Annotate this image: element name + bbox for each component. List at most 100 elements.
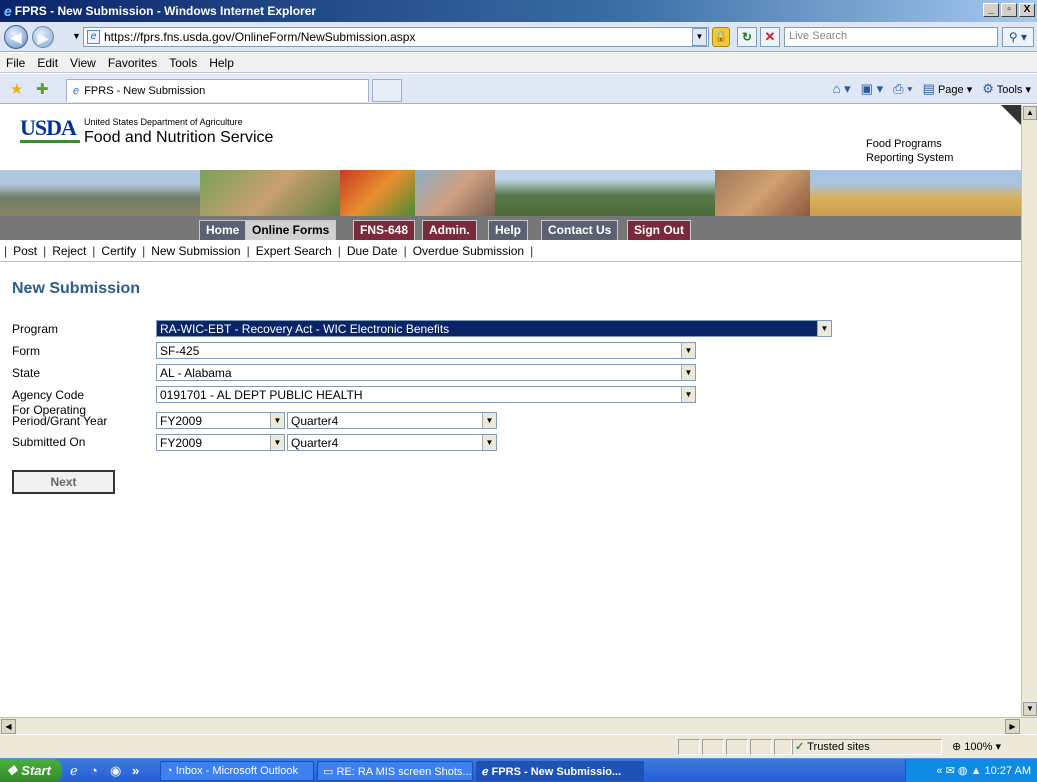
back-button[interactable]: ◀	[4, 25, 28, 49]
chevron-down-icon: ▼	[817, 321, 831, 336]
subnav-expert-search[interactable]: Expert Search	[256, 244, 332, 258]
history-dropdown-icon[interactable]: ▼	[72, 31, 81, 41]
menu-file[interactable]: File	[6, 56, 25, 70]
network-tray-icon[interactable]: ◍	[958, 765, 968, 777]
scroll-down-icon[interactable]: ▼	[1023, 702, 1037, 716]
page-title: New Submission	[12, 280, 141, 297]
browser-tab[interactable]: e FPRS - New Submission	[66, 79, 369, 102]
quicklaunch-more-icon[interactable]: »	[132, 763, 139, 778]
menu-edit[interactable]: Edit	[37, 56, 58, 70]
task-ie[interactable]: ℯ FPRS - New Submissio...	[476, 761, 644, 781]
task-outlook[interactable]: ◔ Inbox - Microsoft Outlook	[160, 761, 314, 781]
submitted-year-value: FY2009	[160, 436, 203, 450]
task-email[interactable]: ▭ RE: RA MIS screen Shots...	[317, 761, 473, 781]
horizontal-scrollbar[interactable]: ◀ ▶	[0, 717, 1037, 734]
warning-tray-icon[interactable]: ▲	[971, 765, 982, 777]
zoom-value: 100%	[964, 741, 993, 753]
usda-logo: USDA	[20, 115, 80, 143]
scroll-left-icon[interactable]: ◀	[1, 719, 16, 734]
menu-favorites[interactable]: Favorites	[108, 56, 157, 70]
lock-icon[interactable]: 🔒	[712, 27, 730, 47]
address-dropdown-icon[interactable]: ▼	[692, 28, 707, 46]
subnav-separator: |	[337, 243, 341, 258]
banner-photo-produce	[340, 170, 415, 216]
subnav-due-date[interactable]: Due Date	[347, 244, 398, 258]
operating-year-select[interactable]: FY2009 ▼	[156, 412, 285, 429]
program-select[interactable]: RA-WIC-EBT - Recovery Act - WIC Electron…	[156, 320, 832, 337]
media-quicklaunch-icon[interactable]: ◉	[110, 763, 121, 779]
tab-ie-icon: e	[73, 85, 80, 97]
ie-quicklaunch-icon[interactable]: ℯ	[70, 763, 78, 779]
nav-help[interactable]: Help	[488, 220, 529, 240]
close-button[interactable]: X	[1019, 3, 1035, 17]
start-button[interactable]: ❖ Start	[0, 759, 62, 782]
subnav-separator: |	[142, 243, 146, 258]
stop-icon[interactable]: ✕	[760, 27, 780, 47]
security-zone: ✓ Trusted sites	[795, 740, 870, 753]
ie-task-icon: ℯ	[482, 766, 489, 778]
task-email-label: RE: RA MIS screen Shots...	[336, 766, 472, 778]
home-icon[interactable]: ⌂ ▾	[833, 81, 851, 97]
agency-code-select[interactable]: 0191701 - AL DEPT PUBLIC HEALTH ▼	[156, 386, 696, 403]
nav-fns-648[interactable]: FNS-648	[353, 220, 416, 240]
outlook-icon: ◔	[166, 765, 173, 777]
subnav-new-submission[interactable]: New Submission	[151, 244, 240, 258]
window-title: FPRS - New Submission - Windows Internet…	[14, 4, 317, 18]
outlook-quicklaunch-icon[interactable]: ◔	[90, 763, 98, 778]
state-value: AL - Alabama	[160, 366, 232, 380]
print-icon[interactable]: ⎙ ▾	[893, 81, 912, 97]
operating-year-value: FY2009	[160, 414, 203, 428]
start-label: Start	[21, 763, 51, 778]
chevron-down-icon: ▼	[681, 365, 695, 380]
subnav-certify[interactable]: Certify	[101, 244, 136, 258]
address-input[interactable]: e https://fprs.fns.usda.gov/OnlineForm/N…	[83, 27, 709, 47]
page-menu[interactable]: ▤ Page ▾	[923, 81, 973, 97]
forward-button[interactable]: ▶	[32, 26, 54, 48]
scroll-right-icon[interactable]: ▶	[1005, 719, 1020, 734]
subnav-separator: |	[403, 243, 407, 258]
tab-row: ★ ✚ e FPRS - New Submission ⌂ ▾ ▣ ▾ ⎙ ▾ …	[0, 74, 1037, 104]
submitted-year-select[interactable]: FY2009 ▼	[156, 434, 285, 451]
submitted-quarter-select[interactable]: Quarter4 ▼	[287, 434, 497, 451]
zoom-level[interactable]: ⊕ 100% ▾	[952, 740, 1001, 753]
subnav-overdue-submission[interactable]: Overdue Submission	[413, 244, 524, 258]
refresh-icon[interactable]: ↻	[737, 27, 757, 47]
state-select[interactable]: AL - Alabama ▼	[156, 364, 696, 381]
corner-triangle-icon	[1001, 105, 1021, 125]
system-name: Food Programs Reporting System	[866, 137, 996, 165]
nav-contact-us[interactable]: Contact Us	[541, 220, 619, 240]
tray-expand-icon[interactable]: «	[936, 765, 942, 777]
next-button[interactable]: Next	[12, 470, 115, 494]
chevron-down-icon: ▼	[681, 343, 695, 358]
scroll-up-icon[interactable]: ▲	[1023, 106, 1037, 120]
photo-banner	[0, 170, 1021, 216]
site-header: USDA United States Department of Agricul…	[0, 105, 1021, 170]
subnav-post[interactable]: Post	[13, 244, 37, 258]
feeds-icon[interactable]: ▣ ▾	[861, 81, 883, 97]
new-tab-button[interactable]	[372, 79, 402, 102]
nav-home[interactable]: Home	[199, 220, 247, 240]
menu-view[interactable]: View	[70, 56, 96, 70]
form-select[interactable]: SF-425 ▼	[156, 342, 696, 359]
favorites-star-icon[interactable]: ★	[10, 80, 23, 98]
check-icon: ✓	[795, 741, 805, 753]
vertical-scrollbar[interactable]: ▲ ▼	[1021, 105, 1037, 717]
nav-admin[interactable]: Admin.	[422, 220, 477, 240]
address-url: https://fprs.fns.usda.gov/OnlineForm/New…	[104, 30, 416, 44]
status-cell	[702, 739, 724, 755]
search-icon[interactable]: ⚲ ▾	[1002, 27, 1034, 47]
menu-tools[interactable]: Tools	[169, 56, 197, 70]
agency-name: Food and Nutrition Service	[84, 129, 274, 146]
subnav-reject[interactable]: Reject	[52, 244, 86, 258]
page-content: USDA United States Department of Agricul…	[0, 105, 1021, 717]
add-favorites-icon[interactable]: ✚	[36, 80, 49, 98]
menu-help[interactable]: Help	[209, 56, 234, 70]
maximize-button[interactable]: ▫	[1001, 3, 1017, 17]
operating-quarter-select[interactable]: Quarter4 ▼	[287, 412, 497, 429]
nav-online-forms[interactable]: Online Forms	[245, 220, 337, 240]
tools-menu[interactable]: ⚙ Tools ▾	[982, 81, 1031, 97]
minimize-button[interactable]: _	[983, 3, 999, 17]
search-input[interactable]: Live Search	[784, 27, 998, 47]
nav-sign-out[interactable]: Sign Out	[627, 220, 691, 240]
mail-tray-icon[interactable]: ✉	[946, 765, 955, 777]
